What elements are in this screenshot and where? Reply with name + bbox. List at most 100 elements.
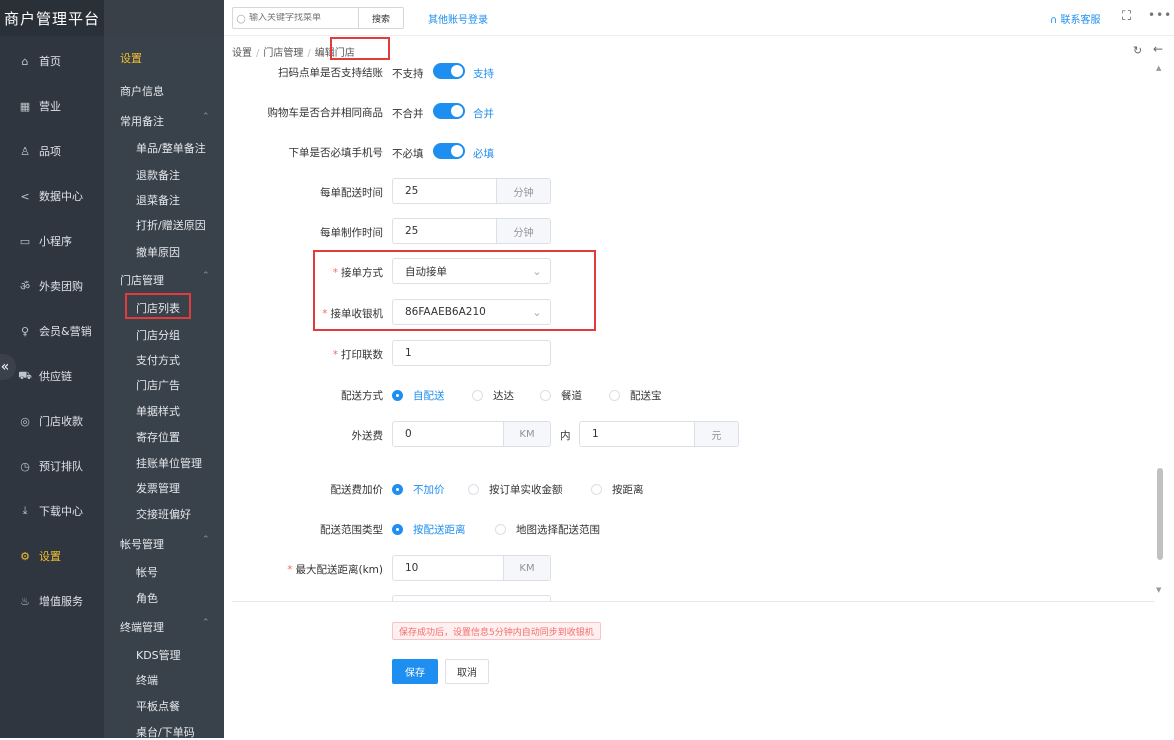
- subnav-item-4[interactable]: 退菜备注: [136, 192, 180, 208]
- contact-service-label: 联系客服: [1060, 15, 1101, 26]
- nav-item-11[interactable]: ⚙ 设置: [0, 545, 104, 567]
- subnav-item-21[interactable]: KDS管理: [136, 647, 181, 663]
- nav-item-label: 预订排队: [39, 460, 83, 473]
- subnav-item-18[interactable]: 帐号: [136, 564, 158, 580]
- nav-item-4[interactable]: ▭ 小程序: [0, 230, 104, 252]
- subnav-section-20[interactable]: 终端管理 ⌃: [120, 618, 210, 635]
- subnav-item-11[interactable]: 门店广告: [136, 377, 180, 393]
- scrollbar-thumb[interactable]: [1157, 468, 1163, 560]
- print-copies-value: 1: [405, 347, 412, 359]
- nav-item-10[interactable]: ⤓ 下载中心: [0, 500, 104, 522]
- print-copies-input[interactable]: 1: [392, 340, 551, 366]
- fullscreen-icon[interactable]: ⛶: [1122, 9, 1131, 24]
- delivery-time-label: 每单配送时间: [320, 187, 383, 199]
- subnav-item-9[interactable]: 门店分组: [136, 327, 180, 343]
- delivery-fee-distance-input[interactable]: 0 KM: [392, 421, 551, 447]
- breadcrumb-store-management[interactable]: 门店管理: [263, 48, 303, 59]
- nav-item-5[interactable]: ॐ 外卖团购: [0, 275, 104, 297]
- range-type-option-map[interactable]: 地图选择配送范围: [495, 522, 600, 537]
- fee-markup-label: 配送费加价: [330, 484, 384, 496]
- subnav-item-13[interactable]: 寄存位置: [136, 429, 180, 445]
- delivery-method-option-dada[interactable]: 达达: [472, 388, 514, 403]
- max-distance-input[interactable]: 10 KM: [392, 555, 551, 581]
- nav-item-label: 增值服务: [39, 595, 83, 608]
- subnav-item-15[interactable]: 发票管理: [136, 480, 180, 496]
- subnav-item-5[interactable]: 打折/赠送原因: [136, 217, 206, 233]
- delivery-method-option-self[interactable]: 自配送: [392, 388, 445, 403]
- subnav-section-0[interactable]: 商户信息: [120, 83, 164, 99]
- nav-item-8[interactable]: ◎ 门店收款: [0, 410, 104, 432]
- phone-required-on-text: 必填: [473, 148, 494, 160]
- save-button[interactable]: 保存: [392, 659, 438, 684]
- search-button[interactable]: 搜索: [358, 8, 403, 28]
- subnav-item-2[interactable]: 单品/整单备注: [136, 140, 206, 156]
- make-time-label: 每单制作时间: [320, 227, 383, 239]
- nav-item-label: 小程序: [39, 235, 72, 248]
- cart-merge-label: 购物车是否合并相同商品: [267, 107, 384, 119]
- subnav-item-23[interactable]: 平板点餐: [136, 698, 180, 714]
- bag-icon: ♙: [20, 144, 30, 158]
- refresh-icon[interactable]: ↻: [1133, 44, 1142, 57]
- breadcrumb-settings[interactable]: 设置: [232, 48, 252, 59]
- nav-item-label: 品项: [39, 145, 61, 158]
- save-notice: 保存成功后，设置信息5分钟内自动同步到收银机: [392, 622, 601, 640]
- highlight-accept-settings: [313, 250, 596, 331]
- download-icon: ⤓: [22, 504, 28, 517]
- other-account-login-link[interactable]: 其他账号登录: [428, 11, 488, 26]
- nav-item-0[interactable]: ⌂ 首页: [0, 50, 104, 72]
- fee-markup-option-none[interactable]: 不加价: [392, 482, 445, 497]
- top-bar: ○ 搜索 其他账号登录 ∩ 联系客服 ⛶ •••: [224, 0, 1174, 36]
- nav-item-6[interactable]: ♀ 会员&营销: [0, 320, 104, 342]
- subnav-item-22[interactable]: 终端: [136, 672, 158, 688]
- nav-item-1[interactable]: ▦ 营业: [0, 95, 104, 117]
- delivery-time-value: 25: [405, 185, 419, 197]
- subnav-item-14[interactable]: 挂账单位管理: [136, 455, 202, 471]
- subnav-section-1[interactable]: 常用备注 ⌃: [120, 112, 210, 129]
- delivery-time-input[interactable]: 25 分钟: [392, 178, 551, 204]
- delivery-fee-amount-unit: 元: [694, 422, 738, 446]
- cart-merge-toggle[interactable]: [433, 103, 465, 119]
- nav-item-12[interactable]: ♨ 增值服务: [0, 590, 104, 612]
- make-time-input[interactable]: 25 分钟: [392, 218, 551, 244]
- back-icon[interactable]: ←: [1153, 42, 1163, 56]
- subnav-item-6[interactable]: 撤单原因: [136, 244, 180, 260]
- headset-icon: ∩: [1050, 15, 1061, 26]
- subnav-item-16[interactable]: 交接班偏好: [136, 506, 191, 522]
- max-distance-label: * 最大配送距离(km): [287, 564, 383, 576]
- cart-merge-on-text: 合并: [473, 108, 494, 120]
- range-type-label: 配送范围类型: [320, 524, 383, 536]
- subnav-title[interactable]: 设置: [120, 50, 142, 66]
- delivery-fee-amount-input[interactable]: 1 元: [579, 421, 739, 447]
- range-type-option-distance[interactable]: 按配送距离: [392, 522, 466, 537]
- delivery-method-option-candao[interactable]: 餐道: [540, 388, 582, 403]
- subnav-section-7[interactable]: 门店管理 ⌃: [120, 271, 210, 288]
- database-icon: ◎: [20, 414, 30, 428]
- nav-item-9[interactable]: ◷ 预订排队: [0, 455, 104, 477]
- chevron-up-icon: ⌃: [202, 618, 210, 628]
- cancel-button[interactable]: 取消: [445, 659, 489, 684]
- subnav-item-12[interactable]: 单据样式: [136, 403, 180, 419]
- fee-markup-option-order-amount[interactable]: 按订单实收金额: [468, 482, 563, 497]
- fee-markup-option-distance[interactable]: 按距离: [591, 482, 644, 497]
- subnav-section-17[interactable]: 帐号管理 ⌃: [120, 535, 210, 552]
- make-time-value: 25: [405, 225, 419, 237]
- contact-service-link[interactable]: ∩ 联系客服: [1050, 11, 1101, 26]
- subnav-item-10[interactable]: 支付方式: [136, 352, 180, 368]
- delivery-method-option-peisongbao[interactable]: 配送宝: [609, 388, 662, 403]
- more-icon[interactable]: •••: [1148, 8, 1172, 22]
- nav-item-2[interactable]: ♙ 品项: [0, 140, 104, 162]
- subnav-item-19[interactable]: 角色: [136, 590, 158, 606]
- search-input[interactable]: [249, 13, 357, 23]
- scroll-down-icon[interactable]: ▼: [1156, 586, 1161, 594]
- scan-checkout-on-text: 支持: [473, 68, 494, 80]
- nav-item-label: 下载中心: [39, 505, 83, 518]
- max-distance-unit: KM: [503, 556, 550, 580]
- scan-checkout-toggle[interactable]: [433, 63, 465, 79]
- scroll-up-icon[interactable]: ▲: [1156, 64, 1161, 72]
- phone-required-toggle[interactable]: [433, 143, 465, 159]
- subnav-item-3[interactable]: 退款备注: [136, 167, 180, 183]
- chevron-up-icon: ⌃: [202, 271, 210, 281]
- bell-icon: ♨: [20, 594, 30, 608]
- nav-item-3[interactable]: < 数据中心: [0, 185, 104, 207]
- form-scrollbar[interactable]: ▲ ▼: [1154, 64, 1166, 600]
